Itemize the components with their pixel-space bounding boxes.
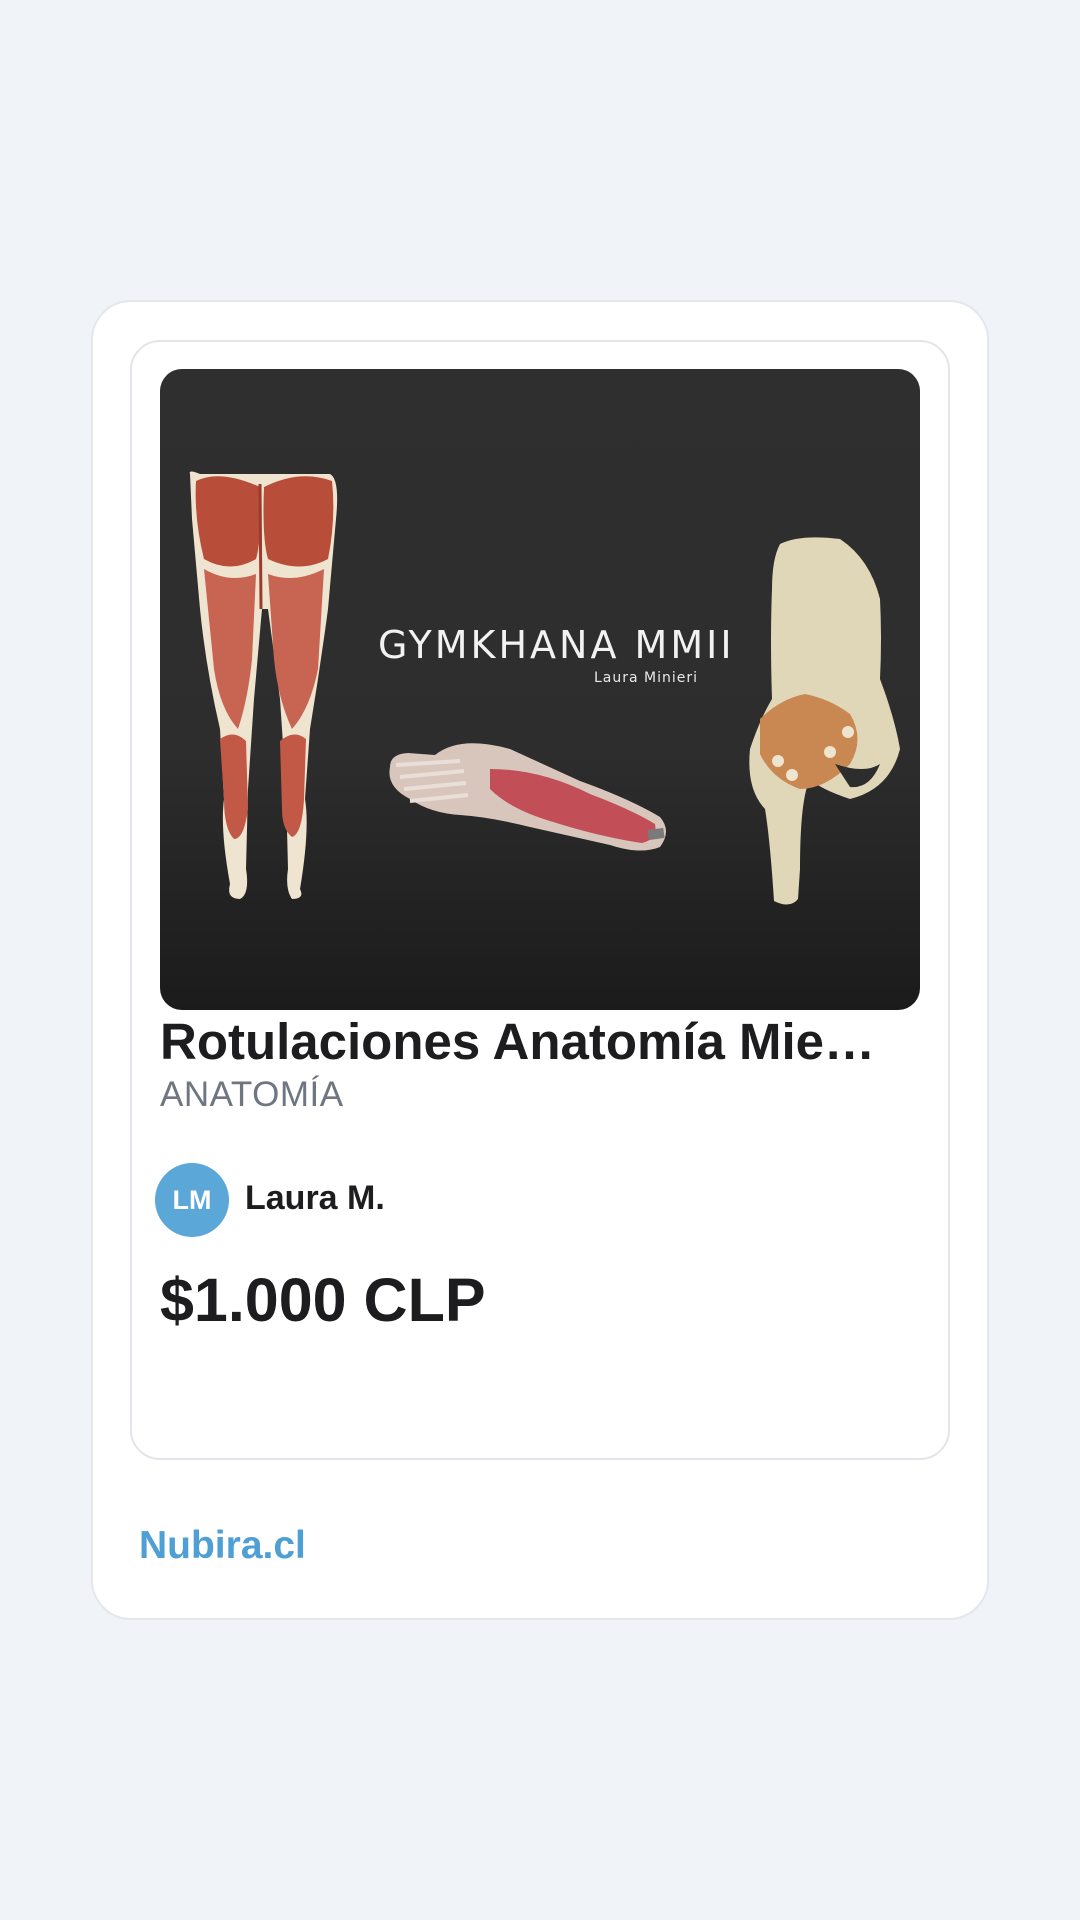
cover-author-text: Laura Minieri <box>593 670 698 686</box>
seller-initials: LM <box>172 1184 212 1215</box>
legs-model-image <box>189 471 338 899</box>
foot-model-image <box>389 743 666 851</box>
seller-name[interactable]: Laura M. <box>245 1176 385 1220</box>
anatomy-models-illustration <box>189 471 900 905</box>
product-category: ANATOMÍA <box>160 1075 344 1114</box>
brand-link[interactable]: Nubira.cl <box>139 1522 306 1570</box>
product-cover-image[interactable]: GYMKHANA MMII Laura Minieri <box>160 369 920 1010</box>
hip-bone-model-image <box>749 537 900 905</box>
seller-avatar[interactable]: LM <box>155 1163 229 1237</box>
product-price: $1.000 CLP <box>160 1266 486 1334</box>
cover-title-text: GYMKHANA MMII <box>378 623 735 667</box>
product-title[interactable]: Rotulaciones Anatomía Miembro Inferior <box>160 1010 920 1074</box>
